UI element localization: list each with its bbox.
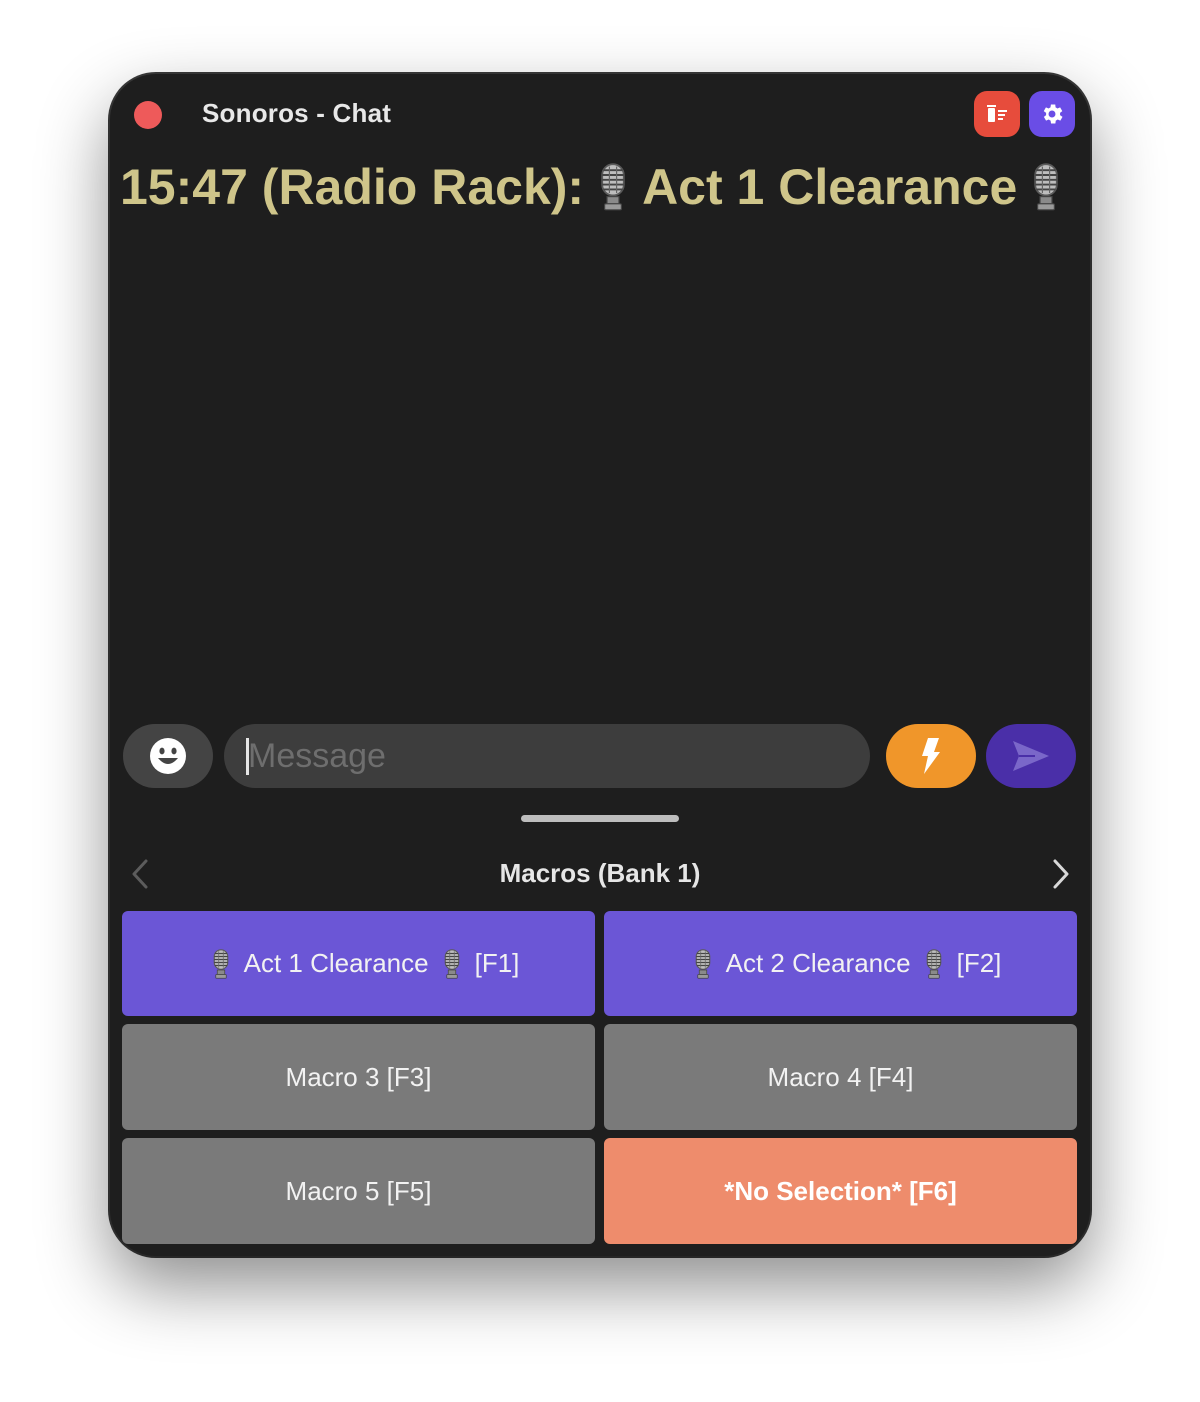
settings-button[interactable] [1029,91,1075,137]
trash-list-icon [987,105,1007,122]
microphone-icon [598,163,628,211]
macro-bank-nav: Macros (Bank 1) [110,852,1090,896]
text-caret [246,738,249,775]
chevron-right-icon [1053,859,1069,889]
macro-button-f2[interactable]: Act 2 Clearance [F2] [604,911,1077,1016]
macro-key: [F1] [474,948,520,978]
chat-message: 15:47 (Radio Rack): Act 1 Clearance [120,158,1075,216]
composer [123,724,1078,788]
microphone-icon [694,949,712,979]
message-sender: (Radio Rack): [261,159,585,215]
macro-bank-title: Macros (Bank 1) [499,858,701,888]
macro-label: Act 2 Clearance [725,948,911,978]
next-bank-button[interactable] [1041,854,1081,894]
microphone-icon [443,949,461,979]
macro-button-f1[interactable]: Act 1 Clearance [F1] [122,911,595,1016]
send-arrow-icon [1013,741,1049,771]
macro-button-f5[interactable]: Macro 5 [F5] [122,1138,595,1244]
chat-window: Sonoros - Chat 15:47 (Radio Rack): Act 1… [110,74,1090,1256]
quick-macro-button[interactable] [886,724,976,788]
macro-button-f3[interactable]: Macro 3 [F3] [122,1024,595,1130]
microphone-icon [212,949,230,979]
macro-label: Act 1 Clearance [243,948,429,978]
gear-icon [1043,104,1063,124]
send-button[interactable] [986,724,1076,788]
message-text: Act 1 Clearance [642,159,1018,215]
macro-key: [F2] [956,948,1002,978]
macro-button-f6[interactable]: *No Selection* [F6] [604,1138,1077,1244]
message-input[interactable] [224,724,870,788]
macro-button-f4[interactable]: Macro 4 [F4] [604,1024,1077,1130]
panel-drag-handle[interactable] [521,815,679,822]
emoji-button[interactable] [123,724,213,788]
microphone-icon [925,949,943,979]
lightning-bolt-icon [922,738,940,774]
smiley-icon [150,738,186,774]
microphone-icon [1031,163,1061,211]
clear-chat-button[interactable] [974,91,1020,137]
message-time: 15:47 [120,159,248,215]
macro-grid: Act 1 Clearance [F1] Act 2 Clearance [F2… [122,911,1077,1244]
close-window-button[interactable] [134,101,162,129]
window-title: Sonoros - Chat [202,98,392,128]
